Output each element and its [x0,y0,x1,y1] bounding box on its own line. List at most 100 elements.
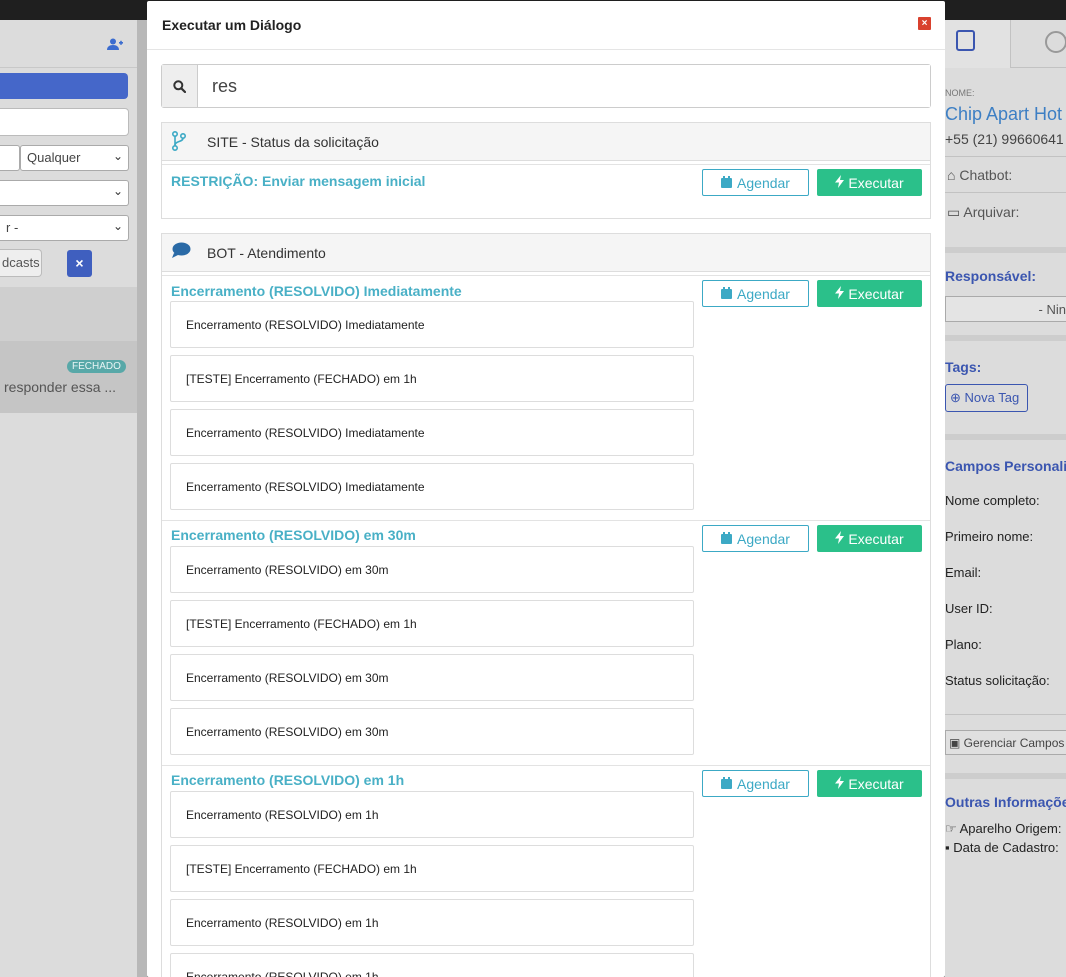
execute-button[interactable]: Executar [817,169,922,196]
message-preview: [TESTE] Encerramento (FECHADO) em 1h [170,845,694,892]
name-label: NOME: [945,88,975,98]
calendar-icon [721,175,733,191]
conversation-preview: responder essa ... [4,379,117,395]
new-tag-button[interactable]: ⊕ Nova Tag [945,384,1028,412]
contact-book-icon: ▣ [949,736,964,750]
search-icon [162,65,198,107]
new-conversation-button[interactable] [0,73,128,99]
comment-icon [172,242,191,264]
filter-any-label: Qualquer [27,150,81,165]
dialog-search-input[interactable] [198,65,930,107]
signup-date-text: Data de Cadastro: [953,840,1059,855]
bolt-icon [835,285,845,302]
responsavel-title: Responsável: [945,268,1037,284]
conversation-search-input[interactable] [0,108,129,136]
dialog-item-title[interactable]: Encerramento (RESOLVIDO) em 30m [171,527,416,543]
execute-button[interactable]: Executar [817,525,922,552]
message-preview: Encerramento (RESOLVIDO) em 1h [170,953,694,977]
schedule-button[interactable]: Agendar [702,169,809,196]
schedule-button[interactable]: Agendar [702,770,809,797]
filter-select-2[interactable]: ⌄ [0,180,129,206]
field-label: Nome completo: [945,493,1040,508]
filter-select-3-label: r - [6,220,19,235]
clear-filters-label: × [75,255,84,271]
execute-label: Executar [848,285,904,302]
conversation-list-item[interactable] [0,341,137,413]
schedule-button[interactable]: Agendar [702,525,809,552]
list-scrollbar[interactable] [137,20,147,977]
calendar-icon [721,531,733,547]
contact-phone: +55 (21) 99660641 [945,131,1064,147]
archive-label-text: Arquivar: [963,204,1020,220]
add-user-icon[interactable] [107,38,123,54]
message-preview: Encerramento (RESOLVIDO) em 30m [170,546,694,593]
dialog-item: Encerramento (RESOLVIDO) em 30m Agendar … [162,521,930,765]
message-preview: Encerramento (RESOLVIDO) Imediatamente [170,463,694,510]
execute-label: Executar [848,775,904,792]
dialog-item-title[interactable]: Encerramento (RESOLVIDO) Imediatamente [171,283,462,299]
modal-title: Executar um Diálogo [162,17,302,33]
history-icon[interactable] [1045,31,1066,53]
execute-button[interactable]: Executar [817,770,922,797]
execute-button[interactable]: Executar [817,280,922,307]
responsavel-value: - Nin [1038,302,1066,317]
chevron-down-icon: ⌄ [112,219,123,233]
field-label: Plano: [945,637,982,652]
schedule-label: Agendar [737,775,790,792]
filter-select-any[interactable]: Qualquer ⌄ [20,145,129,171]
manage-fields-label: Gerenciar Campos [963,736,1065,750]
contact-card-icon [956,30,975,51]
message-preview: [TESTE] Encerramento (FECHADO) em 1h [170,355,694,402]
group-title: BOT - Atendimento [207,245,326,261]
calendar-icon [721,286,733,302]
filter-select-left[interactable] [0,145,20,171]
contact-details-panel: NOME: Chip Apart Hot +55 (21) 99660641 ⌂… [945,20,1066,977]
modal-header: Executar um Diálogo × [147,1,945,50]
broadcasts-button[interactable]: dcasts [0,249,42,277]
message-preview: Encerramento (RESOLVIDO) em 30m [170,654,694,701]
message-preview: Encerramento (RESOLVIDO) em 1h [170,899,694,946]
other-info-title: Outras Informaçõe [945,794,1066,810]
execute-label: Executar [848,174,904,191]
responsavel-select[interactable]: - Nin [945,296,1066,322]
chevron-down-icon: ⌄ [112,184,123,198]
plus-circle-icon: ⊕ [950,390,965,405]
tags-title: Tags: [945,359,982,375]
message-preview: [TESTE] Encerramento (FECHADO) em 1h [170,600,694,647]
schedule-button[interactable]: Agendar [702,280,809,307]
schedule-label: Agendar [737,174,790,191]
bolt-icon [835,174,845,191]
manage-fields-button[interactable]: ▣ Gerenciar Campos [945,730,1066,755]
archive-label: ▭ Arquivar: [947,204,1019,221]
tab-contact[interactable] [945,20,1011,68]
device-origin-text: Aparelho Origem: [959,821,1062,836]
dialog-item-title[interactable]: Encerramento (RESOLVIDO) em 1h [171,772,404,788]
archive-icon: ▭ [947,204,964,220]
run-dialog-modal: Executar um Diálogo × SITE - Status da s… [147,1,945,977]
field-label: Primeiro nome: [945,529,1034,544]
message-preview: Encerramento (RESOLVIDO) em 1h [170,791,694,838]
hand-icon: ☞ [945,821,960,836]
robot-icon: ⌂ [947,167,960,183]
dialog-group: BOT - Atendimento Encerramento (RESOLVID… [161,233,931,977]
chatbot-label: ⌂ Chatbot: [947,167,1012,183]
contact-name: Chip Apart Hot [945,104,1063,124]
close-icon[interactable]: × [918,17,931,30]
contact-tabs [945,20,1066,68]
dialog-item-title[interactable]: RESTRIÇÃO: Enviar mensagem inicial [171,173,425,189]
clear-filters-button[interactable]: × [67,250,92,277]
execute-label: Executar [848,530,904,547]
calendar-icon: ▪ [945,840,954,855]
custom-fields-title: Campos Personaliz [945,458,1066,474]
broadcasts-label: dcasts [2,255,40,270]
chatbot-label-text: Chatbot: [959,167,1013,183]
field-label: Email: [945,565,982,580]
schedule-label: Agendar [737,285,790,302]
conversation-list-header [0,20,137,68]
filter-select-3[interactable]: r - ⌄ [0,215,129,241]
bolt-icon [835,530,845,547]
message-preview: Encerramento (RESOLVIDO) Imediatamente [170,301,694,348]
list-divider-strip [0,287,137,341]
schedule-label: Agendar [737,530,790,547]
dialog-item: Encerramento (RESOLVIDO) em 1h Agendar E… [162,766,930,977]
